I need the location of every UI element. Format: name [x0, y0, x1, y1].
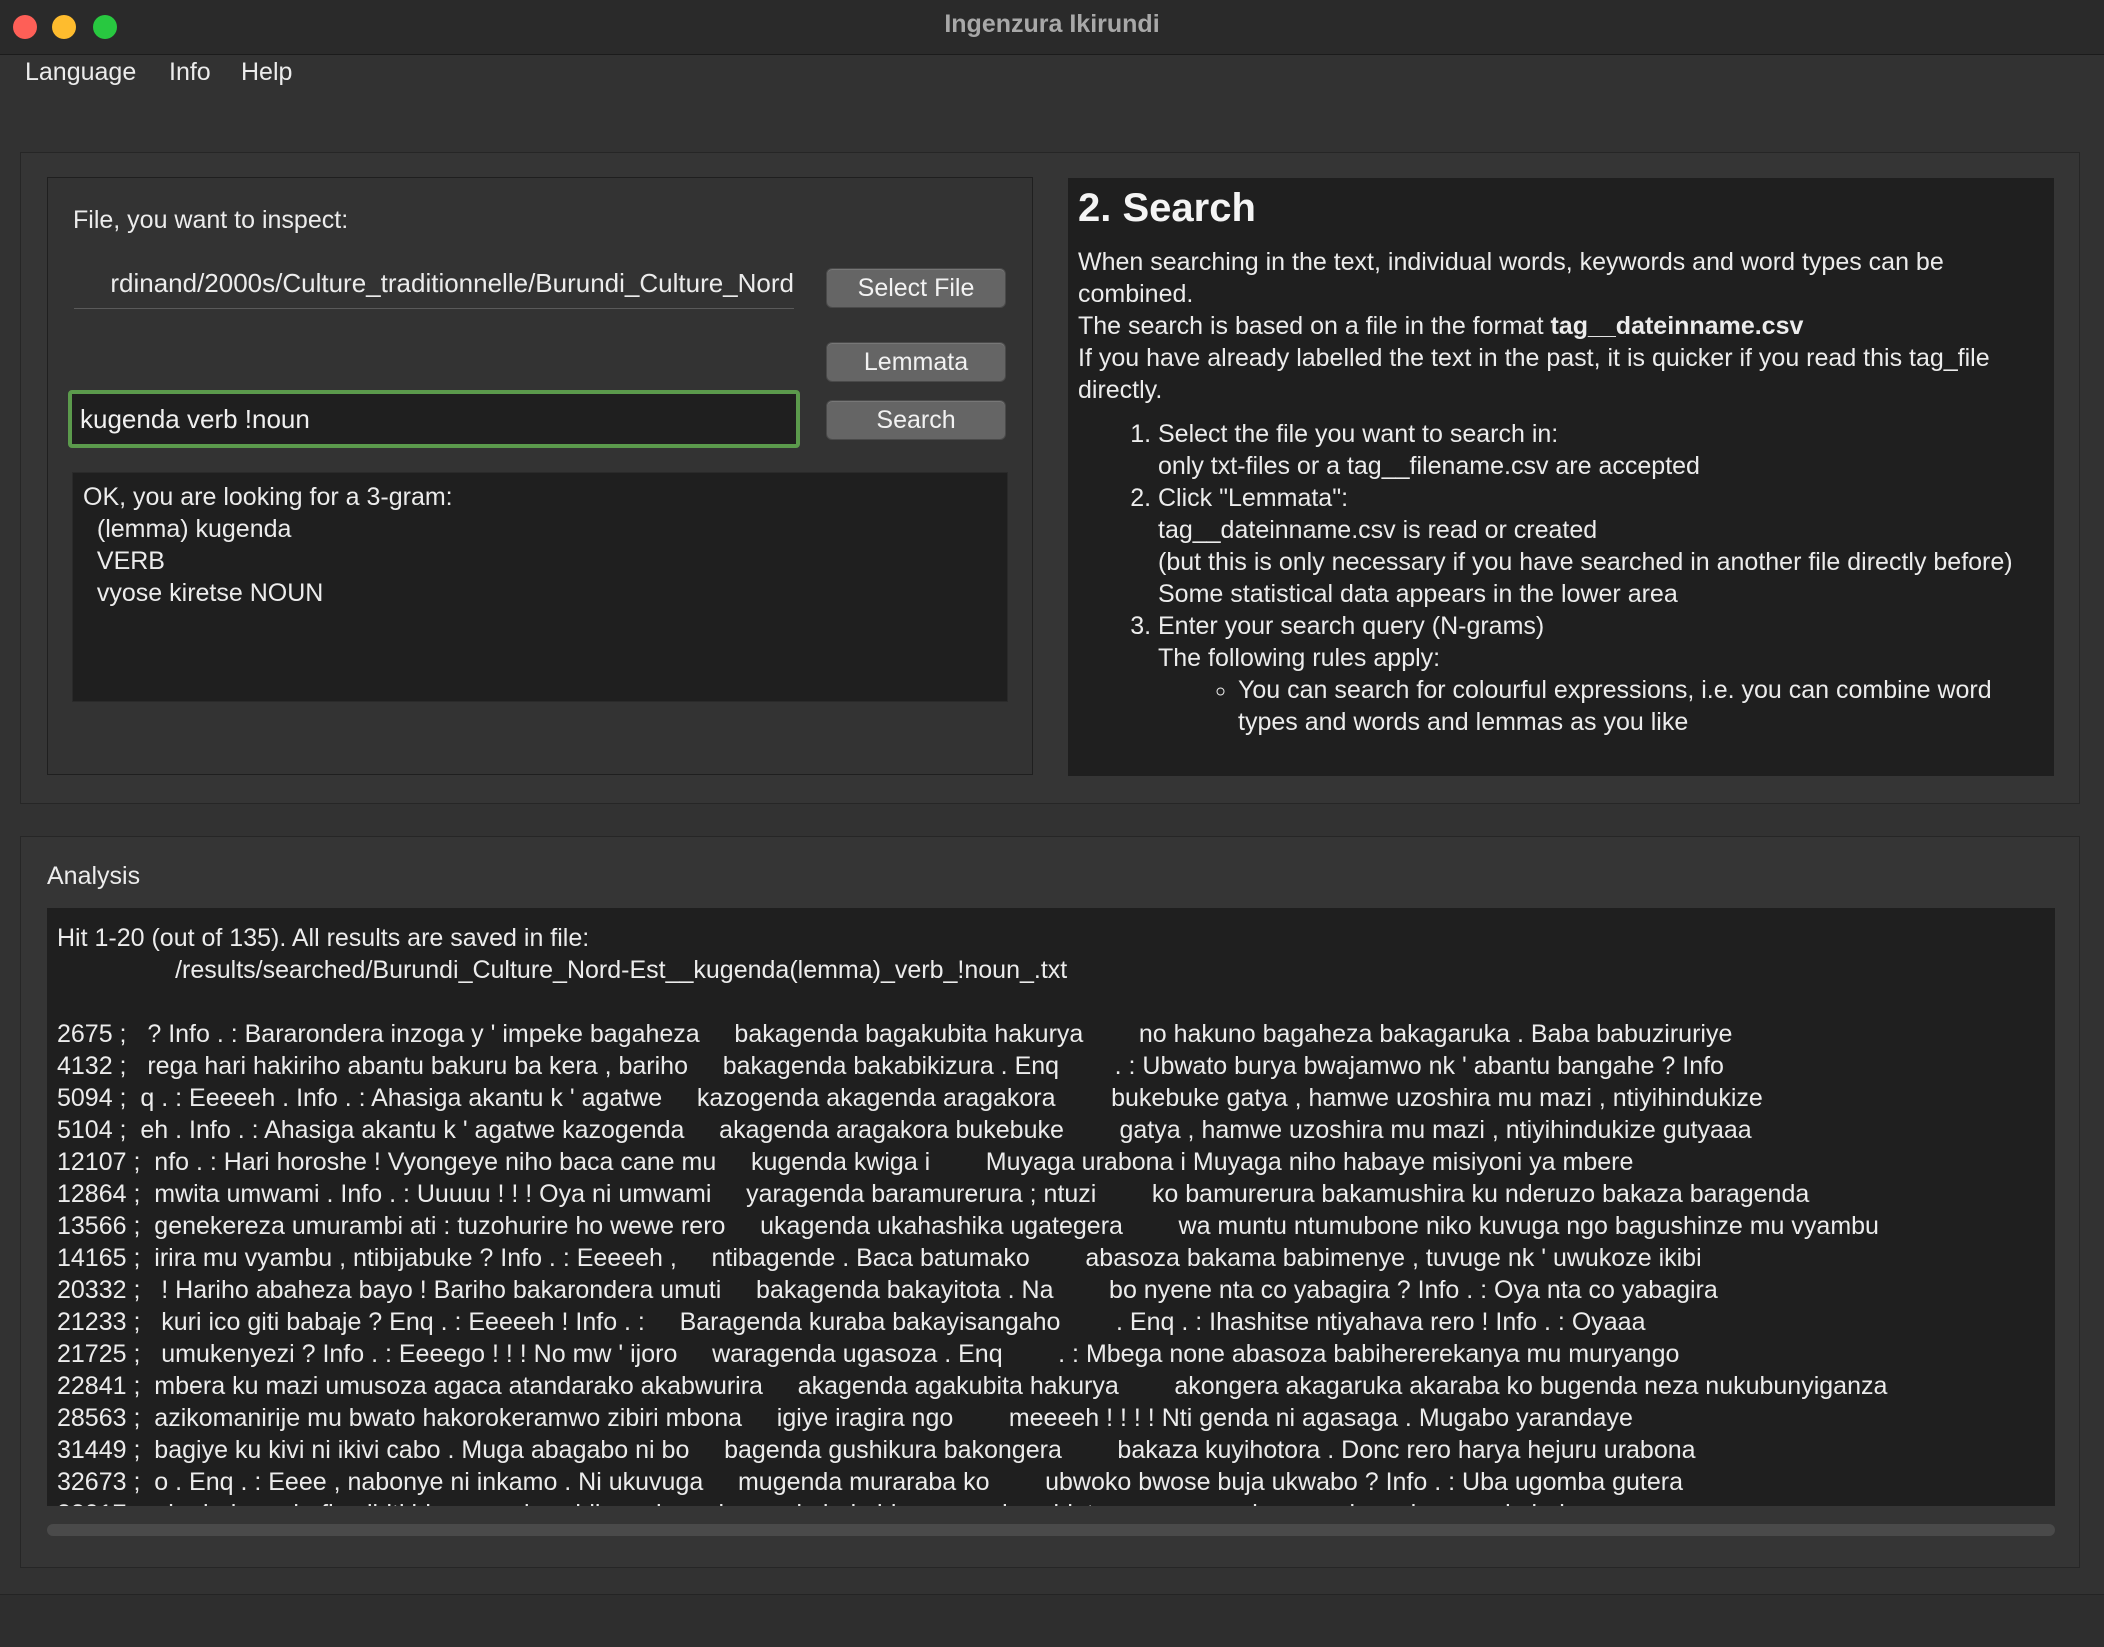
results-row: 5094 ; q . : Eeeeeh . Info . : Ahasiga a…: [57, 1084, 1763, 1112]
results-header: Hit 1-20 (out of 135). All results are s…: [57, 924, 590, 952]
help-intro: When searching in the text, individual w…: [1078, 246, 2044, 406]
results-row: 14165 ; irira mu vyambu , ntibijabuke ? …: [57, 1244, 1702, 1272]
file-path-field[interactable]: rdinand/2000s/Culture_traditionnelle/Bur…: [74, 268, 794, 309]
menu-info[interactable]: Info: [169, 58, 211, 87]
help-text-pane[interactable]: 2. Search When searching in the text, in…: [1068, 178, 2054, 776]
status-bar: [0, 1594, 2104, 1647]
results-file-path: /results/searched/Burundi_Culture_Nord-E…: [57, 956, 1068, 984]
results-row: 28563 ; azikomanirije mu bwato hakoroker…: [57, 1404, 1633, 1432]
lemmata-button[interactable]: Lemmata: [826, 342, 1006, 382]
help-steps: Select the file you want to search in: o…: [1078, 418, 2044, 738]
results-row: 20332 ; ! Hariho abaheza bayo ! Bariho b…: [57, 1276, 1718, 1304]
results-row: 13566 ; genekereza umurambi ati : tuzohu…: [57, 1212, 1879, 1240]
help-step: Select the file you want to search in: o…: [1158, 418, 2044, 482]
help-intro-line3: If you have already labelled the text in…: [1078, 344, 1990, 404]
analysis-label: Analysis: [47, 862, 141, 890]
search-query-input[interactable]: [68, 390, 800, 448]
help-intro-line1: When searching in the text, individual w…: [1078, 248, 1944, 308]
results-output[interactable]: Hit 1-20 (out of 135). All results are s…: [47, 908, 2055, 1506]
menu-bar: Language Info Help: [0, 56, 2104, 96]
results-row: 5104 ; eh . Info . : Ahasiga akantu k ' …: [57, 1116, 1752, 1144]
results-row: 32673 ; o . Enq . : Eeee , nabonye ni in…: [57, 1468, 1684, 1496]
results-row: 21725 ; umukenyezi ? Info . : Eeeego ! !…: [57, 1340, 1680, 1368]
help-format-name: tag__dateinname.csv: [1550, 312, 1804, 340]
query-interpretation-output: OK, you are looking for a 3-gram: (lemma…: [72, 472, 1008, 702]
file-label: File, you want to inspect:: [73, 206, 349, 234]
help-heading: 2. Search: [1078, 186, 1256, 230]
help-step: Click "Lemmata": tag__dateinname.csv is …: [1158, 482, 2044, 610]
results-row: 21233 ; kuri ico giti babaje ? Enq . : E…: [57, 1308, 1646, 1336]
help-rules: You can search for colourful expressions…: [1158, 674, 2044, 738]
menu-language[interactable]: Language: [25, 58, 136, 87]
results-row: 2675 ; ? Info . : Bararondera inzoga y '…: [57, 1020, 1733, 1048]
menu-help[interactable]: Help: [241, 58, 292, 87]
results-row: 22841 ; mbera ku mazi umusoza agaca atan…: [57, 1372, 1888, 1400]
help-rule: You can search for colourful expressions…: [1238, 674, 2044, 738]
results-row: 12107 ; nfo . : Hari horoshe ! Vyongeye …: [57, 1148, 1634, 1176]
help-step: Enter your search query (N-grams) The fo…: [1158, 610, 2044, 738]
help-intro-line2: The search is based on a file in the for…: [1078, 312, 1551, 340]
window-title: Ingenzura Ikirundi: [944, 10, 1160, 38]
results-row: 4132 ; rega hari hakiriho abantu bakuru …: [57, 1052, 1724, 1080]
select-file-button[interactable]: Select File: [826, 268, 1006, 308]
horizontal-scrollbar[interactable]: [47, 1524, 2055, 1536]
results-row: 12864 ; mwita umwami . Info . : Uuuuu ! …: [57, 1180, 1810, 1208]
results-row: 31449 ; bagiye ku kivi ni ikivi cabo . M…: [57, 1436, 1696, 1464]
file-path-text: rdinand/2000s/Culture_traditionnelle/Bur…: [110, 268, 794, 298]
title-bar: Ingenzura Ikirundi: [0, 0, 2104, 55]
results-row: 33017 ; abo babaga bafise ibiti bigenzwe…: [57, 1498, 2045, 1506]
search-button[interactable]: Search: [826, 400, 1006, 440]
